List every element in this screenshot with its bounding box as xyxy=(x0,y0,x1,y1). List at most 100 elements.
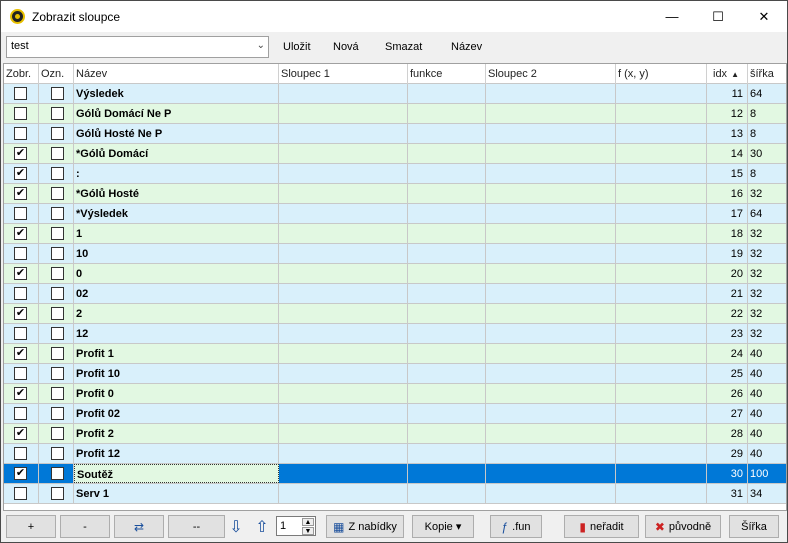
col-header-function[interactable]: funkce xyxy=(408,64,486,84)
table-row[interactable]: Výsledek 11 64 xyxy=(4,84,786,104)
show-cell[interactable] xyxy=(4,364,39,383)
original-button[interactable]: ✖ původně xyxy=(645,515,721,538)
empty-cell[interactable] xyxy=(279,484,408,503)
idx-cell[interactable]: 12 xyxy=(707,104,748,123)
empty-cell[interactable] xyxy=(616,304,707,323)
chevron-down-icon[interactable]: ⌄ xyxy=(257,40,265,51)
empty-cell[interactable] xyxy=(279,304,408,323)
width-cell[interactable]: 40 xyxy=(748,444,786,463)
idx-cell[interactable]: 23 xyxy=(707,324,748,343)
refresh-button[interactable]: ⇄ xyxy=(114,515,164,538)
show-checkbox[interactable] xyxy=(14,327,27,340)
empty-cell[interactable] xyxy=(279,444,408,463)
empty-cell[interactable] xyxy=(279,264,408,283)
idx-cell[interactable]: 28 xyxy=(707,424,748,443)
empty-cell[interactable] xyxy=(616,424,707,443)
column-name-cell[interactable]: Soutěž xyxy=(74,464,279,483)
empty-cell[interactable] xyxy=(408,404,486,423)
mark-cell[interactable] xyxy=(39,404,74,423)
idx-cell[interactable]: 27 xyxy=(707,404,748,423)
table-row[interactable]: Profit 10 25 40 xyxy=(4,364,786,384)
empty-cell[interactable] xyxy=(408,324,486,343)
width-cell[interactable]: 40 xyxy=(748,424,786,443)
empty-cell[interactable] xyxy=(279,284,408,303)
empty-cell[interactable] xyxy=(486,164,616,183)
table-row[interactable]: 10 19 32 xyxy=(4,244,786,264)
empty-cell[interactable] xyxy=(486,404,616,423)
empty-cell[interactable] xyxy=(616,184,707,203)
show-checkbox[interactable] xyxy=(14,487,27,500)
idx-cell[interactable]: 30 xyxy=(707,464,748,483)
col-header-show[interactable]: Zobr. xyxy=(4,64,39,84)
empty-cell[interactable] xyxy=(486,324,616,343)
table-row[interactable]: ✔ Profit 2 28 40 xyxy=(4,424,786,444)
empty-cell[interactable] xyxy=(408,84,486,103)
mark-cell[interactable] xyxy=(39,464,74,483)
mark-cell[interactable] xyxy=(39,484,74,503)
col-header-column2[interactable]: Sloupec 2 xyxy=(486,64,616,84)
column-name-cell[interactable]: *Gólů Hosté xyxy=(74,184,279,203)
table-row[interactable]: ✔ 0 20 32 xyxy=(4,264,786,284)
empty-cell[interactable] xyxy=(616,464,707,483)
empty-cell[interactable] xyxy=(486,84,616,103)
width-cell[interactable]: 32 xyxy=(748,244,786,263)
mark-checkbox[interactable] xyxy=(51,147,64,160)
idx-cell[interactable]: 19 xyxy=(707,244,748,263)
column-name-cell[interactable]: Profit 1 xyxy=(74,344,279,363)
width-cell[interactable]: 40 xyxy=(748,364,786,383)
empty-cell[interactable] xyxy=(616,444,707,463)
width-cell[interactable]: 64 xyxy=(748,204,786,223)
mark-checkbox[interactable] xyxy=(51,187,64,200)
empty-cell[interactable] xyxy=(279,164,408,183)
minimize-button[interactable]: — xyxy=(649,1,695,32)
mark-cell[interactable] xyxy=(39,204,74,223)
empty-cell[interactable] xyxy=(616,344,707,363)
idx-cell[interactable]: 24 xyxy=(707,344,748,363)
empty-cell[interactable] xyxy=(616,84,707,103)
column-name-cell[interactable]: Profit 12 xyxy=(74,444,279,463)
table-row[interactable]: *Výsledek 17 64 xyxy=(4,204,786,224)
table-row[interactable]: ✔: 15 8 xyxy=(4,164,786,184)
mark-cell[interactable] xyxy=(39,144,74,163)
mark-checkbox[interactable] xyxy=(51,347,64,360)
mark-checkbox[interactable] xyxy=(51,87,64,100)
column-name-cell[interactable]: Profit 2 xyxy=(74,424,279,443)
table-row[interactable]: ✔ Profit 1 24 40 xyxy=(4,344,786,364)
save-button[interactable]: Uložit xyxy=(283,41,311,53)
empty-cell[interactable] xyxy=(279,104,408,123)
empty-cell[interactable] xyxy=(616,484,707,503)
show-cell[interactable]: ✔ xyxy=(4,264,39,283)
show-cell[interactable]: ✔ xyxy=(4,224,39,243)
idx-cell[interactable]: 22 xyxy=(707,304,748,323)
empty-cell[interactable] xyxy=(486,244,616,263)
empty-cell[interactable] xyxy=(408,344,486,363)
show-checkbox[interactable]: ✔ xyxy=(14,347,27,360)
empty-cell[interactable] xyxy=(486,464,616,483)
width-cell[interactable]: 100 xyxy=(748,464,786,483)
mark-checkbox[interactable] xyxy=(51,387,64,400)
copy-dropdown-button[interactable]: Kopie ▾ xyxy=(412,515,474,538)
width-cell[interactable]: 34 xyxy=(748,484,786,503)
spinner-up-icon[interactable]: ▲ xyxy=(302,518,314,526)
idx-cell[interactable]: 20 xyxy=(707,264,748,283)
empty-cell[interactable] xyxy=(279,424,408,443)
column-name-cell[interactable]: 1 xyxy=(74,224,279,243)
empty-cell[interactable] xyxy=(279,124,408,143)
mark-checkbox[interactable] xyxy=(51,427,64,440)
mark-checkbox[interactable] xyxy=(51,267,64,280)
add-button[interactable]: + xyxy=(6,515,56,538)
empty-cell[interactable] xyxy=(408,364,486,383)
empty-cell[interactable] xyxy=(486,384,616,403)
step-spinner[interactable]: 1 ▲ ▼ xyxy=(276,516,316,536)
width-cell[interactable]: 32 xyxy=(748,284,786,303)
show-checkbox[interactable]: ✔ xyxy=(14,167,27,180)
mark-cell[interactable] xyxy=(39,384,74,403)
function-button[interactable]: ƒ .fun xyxy=(490,515,542,538)
show-cell[interactable]: ✔ xyxy=(4,464,39,483)
column-name-cell[interactable]: Gólů Hosté Ne P xyxy=(74,124,279,143)
empty-cell[interactable] xyxy=(616,384,707,403)
width-cell[interactable]: 40 xyxy=(748,384,786,403)
mark-cell[interactable] xyxy=(39,424,74,443)
show-cell[interactable]: ✔ xyxy=(4,144,39,163)
empty-cell[interactable] xyxy=(279,464,408,483)
